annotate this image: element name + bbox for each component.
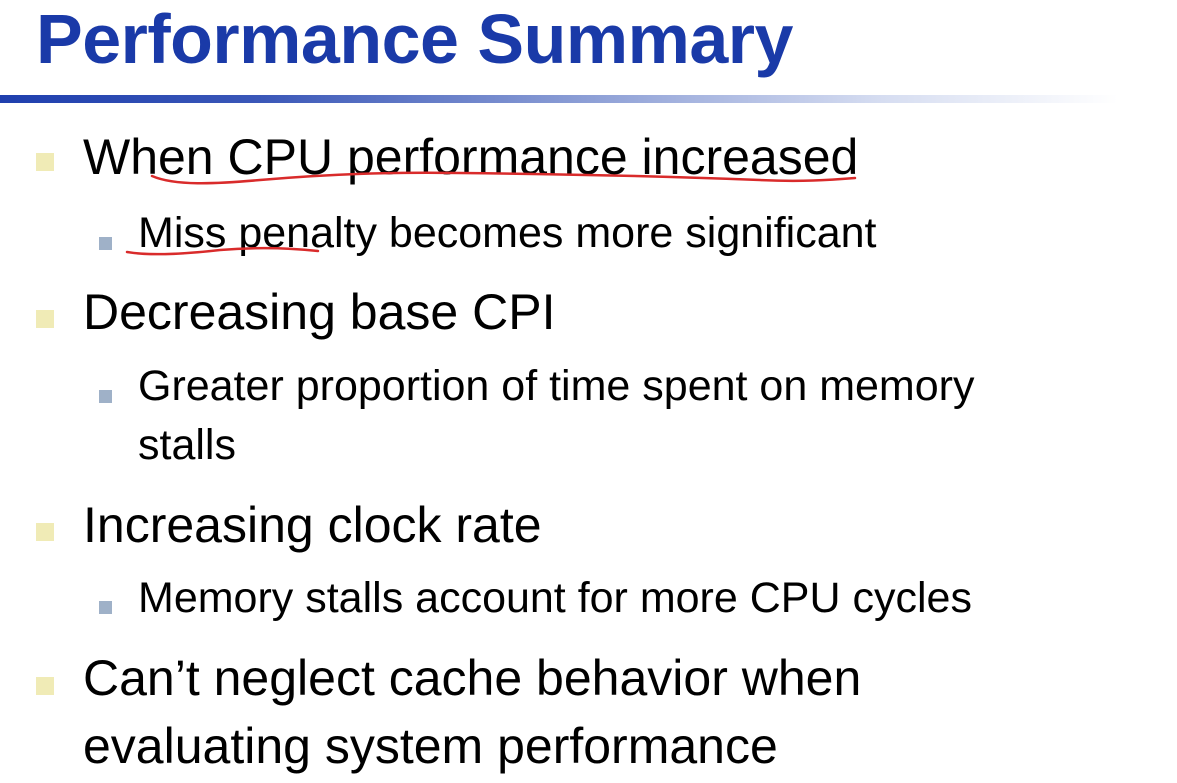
- slide-title: Performance Summary: [36, 0, 793, 78]
- bullet-text: When CPU performance increased: [83, 129, 859, 185]
- bullet-marker: [36, 523, 54, 541]
- sub-bullet-marker: [99, 390, 112, 403]
- bullet-text: Can’t neglect cache behavior when: [83, 650, 862, 706]
- sub-bullet-marker: [99, 237, 112, 250]
- bullet-marker: [36, 677, 54, 695]
- sub-bullet-text-continuation: stalls: [138, 421, 236, 469]
- sub-bullet-marker: [99, 601, 112, 614]
- bullet-marker: [36, 310, 54, 328]
- sub-bullet-text: Greater proportion of time spent on memo…: [138, 362, 975, 410]
- sub-bullet-text: Memory stalls account for more CPU cycle…: [138, 574, 972, 622]
- bullet-text: Decreasing base CPI: [83, 284, 556, 340]
- slide: Performance Summary When CPU performance…: [0, 0, 1177, 783]
- sub-bullet-text: Miss penalty becomes more significant: [138, 209, 877, 257]
- bullet-text-continuation: evaluating system performance: [83, 718, 778, 774]
- bullet-text: Increasing clock rate: [83, 497, 542, 553]
- title-underline-rule: [0, 95, 1177, 103]
- bullet-marker: [36, 153, 54, 171]
